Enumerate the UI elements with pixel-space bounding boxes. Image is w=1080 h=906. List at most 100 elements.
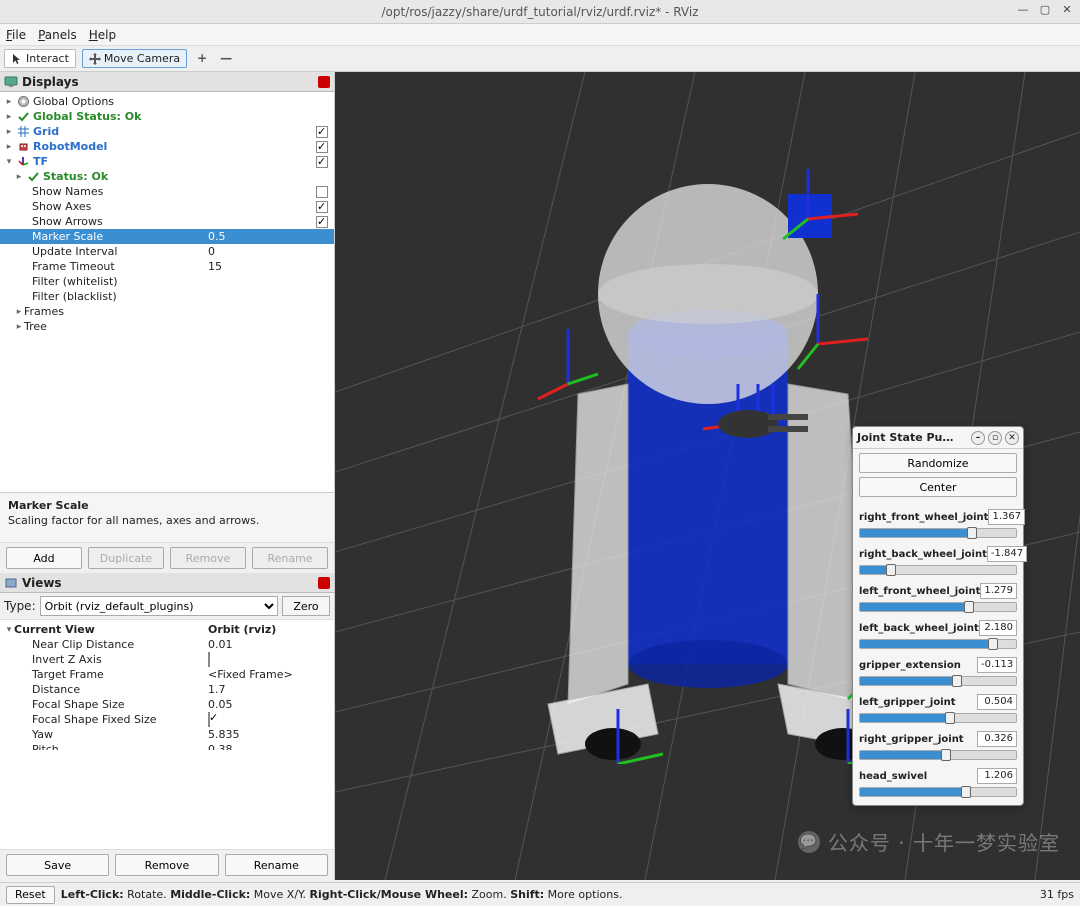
joint-value-input[interactable]: 1.367	[988, 509, 1025, 525]
grid-checkbox[interactable]	[316, 126, 328, 138]
status-bar: Reset Left-Click: Rotate. Middle-Click: …	[0, 882, 1080, 906]
jsp-minimize-button[interactable]: –	[971, 431, 985, 445]
joint-slider[interactable]	[859, 713, 1017, 723]
menu-bar: File Panels Help	[0, 24, 1080, 46]
view-yaw[interactable]: Yaw5.835	[0, 727, 334, 742]
focal-fixed-checkbox[interactable]	[208, 712, 210, 727]
save-view-button[interactable]: Save	[6, 854, 109, 876]
joint-label: left_gripper_joint	[859, 697, 956, 708]
view-focal-shape-fixed[interactable]: Focal Shape Fixed Size	[0, 712, 334, 727]
view-invert-z[interactable]: Invert Z Axis	[0, 652, 334, 667]
displays-button-row: Add Duplicate Remove Rename	[0, 542, 334, 573]
property-description: Marker Scale Scaling factor for all name…	[0, 492, 334, 542]
joint-left_gripper_joint: left_gripper_joint 0.504	[859, 694, 1017, 723]
joint-slider[interactable]	[859, 602, 1017, 612]
view-distance[interactable]: Distance1.7	[0, 682, 334, 697]
remove-view-button[interactable]: Remove	[115, 854, 218, 876]
add-button[interactable]: Add	[6, 547, 82, 569]
zero-button[interactable]: Zero	[282, 596, 330, 616]
displays-icon	[4, 75, 18, 89]
tree-item-tf[interactable]: ▾TF	[0, 154, 334, 169]
remove-display-button: Remove	[170, 547, 246, 569]
tree-item-robotmodel[interactable]: ▸RobotModel	[0, 139, 334, 154]
3d-viewport[interactable]: 💬 公众号 · 十年一梦实验室 Joint State Pu… – ▫ ✕ Ra…	[335, 72, 1080, 880]
view-type-select[interactable]: Orbit (rviz_default_plugins)	[40, 596, 278, 616]
tree-item-show-axes[interactable]: Show Axes	[0, 199, 334, 214]
joint-slider[interactable]	[859, 639, 1017, 649]
tree-item-update-interval[interactable]: Update Interval0	[0, 244, 334, 259]
joint-slider[interactable]	[859, 528, 1017, 538]
jsp-maximize-button[interactable]: ▫	[988, 431, 1002, 445]
gear-icon	[17, 95, 30, 108]
joint-slider[interactable]	[859, 565, 1017, 575]
views-close-icon[interactable]	[318, 577, 330, 589]
toolbar-remove-button[interactable]: —	[217, 50, 235, 68]
joint-state-publisher-window[interactable]: Joint State Pu… – ▫ ✕ Randomize Center r…	[852, 426, 1024, 806]
joint-value-input[interactable]: 1.206	[977, 768, 1017, 784]
views-panel-header[interactable]: Views	[0, 573, 334, 593]
joint-slider[interactable]	[859, 676, 1017, 686]
view-target-frame[interactable]: Target Frame<Fixed Frame>	[0, 667, 334, 682]
joint-left_back_wheel_joint: left_back_wheel_joint2.180	[859, 620, 1017, 649]
rename-view-button[interactable]: Rename	[225, 854, 328, 876]
close-button[interactable]: ✕	[1060, 3, 1074, 17]
tree-item-global-options[interactable]: ▸Global Options	[0, 94, 334, 109]
interact-button[interactable]: Interact	[4, 49, 76, 68]
displays-close-icon[interactable]	[318, 76, 330, 88]
joint-value-input[interactable]: 1.279	[980, 583, 1017, 599]
joint-slider[interactable]	[859, 787, 1017, 797]
tree-item-frame-timeout[interactable]: Frame Timeout15	[0, 259, 334, 274]
joint-label: gripper_extension	[859, 660, 961, 671]
tree-item-marker-scale[interactable]: Marker Scale0.5	[0, 229, 334, 244]
joint-value-input[interactable]: 2.180	[979, 620, 1017, 636]
tree-item-show-arrows[interactable]: Show Arrows	[0, 214, 334, 229]
joint-value-input[interactable]: 0.326	[977, 731, 1017, 747]
tree-item-frames[interactable]: ▸Frames	[0, 304, 334, 319]
joint-value-input[interactable]: -0.113	[977, 657, 1017, 673]
invert-z-checkbox[interactable]	[208, 652, 210, 667]
tree-item-global-status[interactable]: ▸Global Status: Ok	[0, 109, 334, 124]
show-axes-checkbox[interactable]	[316, 201, 328, 213]
reset-button[interactable]: Reset	[6, 886, 55, 904]
tree-item-filter-blacklist[interactable]: Filter (blacklist)	[0, 289, 334, 304]
jsp-close-button[interactable]: ✕	[1005, 431, 1019, 445]
jsp-titlebar[interactable]: Joint State Pu… – ▫ ✕	[853, 427, 1023, 449]
joint-slider[interactable]	[859, 750, 1017, 760]
joint-left_front_wheel_joint: left_front_wheel_joint1.279	[859, 583, 1017, 612]
menu-file[interactable]: File	[6, 28, 26, 42]
menu-help[interactable]: Help	[89, 28, 116, 42]
move-camera-button[interactable]: Move Camera	[82, 49, 187, 68]
robotmodel-checkbox[interactable]	[316, 141, 328, 153]
tree-item-grid[interactable]: ▸Grid	[0, 124, 334, 139]
tree-item-tree[interactable]: ▸Tree	[0, 319, 334, 334]
view-focal-shape-size[interactable]: Focal Shape Size0.05	[0, 697, 334, 712]
maximize-button[interactable]: ▢	[1038, 3, 1052, 17]
joint-value-input[interactable]: -1.847	[987, 546, 1027, 562]
displays-tree: ▸Global Options ▸Global Status: Ok ▸Grid…	[0, 92, 334, 492]
tf-checkbox[interactable]	[316, 156, 328, 168]
joint-right_back_wheel_joint: right_back_wheel_joint-1.847	[859, 546, 1017, 575]
rename-display-button: Rename	[252, 547, 328, 569]
type-label: Type:	[4, 599, 36, 613]
show-arrows-checkbox[interactable]	[316, 216, 328, 228]
show-names-checkbox[interactable]	[316, 186, 328, 198]
tf-icon	[17, 155, 30, 168]
displays-panel-header[interactable]: Displays	[0, 72, 334, 92]
center-button[interactable]: Center	[859, 477, 1017, 497]
joint-label: head_swivel	[859, 771, 927, 782]
toolbar-add-button[interactable]: +	[193, 50, 211, 68]
joint-right_front_wheel_joint: right_front_wheel_joint1.367	[859, 509, 1017, 538]
joint-value-input[interactable]: 0.504	[977, 694, 1017, 710]
minimize-button[interactable]: —	[1016, 3, 1030, 17]
view-near-clip[interactable]: Near Clip Distance0.01	[0, 637, 334, 652]
current-view-row[interactable]: ▾Current ViewOrbit (rviz)	[0, 622, 334, 637]
tree-item-filter-whitelist[interactable]: Filter (whitelist)	[0, 274, 334, 289]
views-button-row: Save Remove Rename	[0, 849, 334, 880]
joint-label: left_back_wheel_joint	[859, 623, 979, 634]
menu-panels[interactable]: Panels	[38, 28, 77, 42]
tree-item-tf-status[interactable]: ▸Status: Ok	[0, 169, 334, 184]
check-icon	[17, 110, 30, 123]
randomize-button[interactable]: Randomize	[859, 453, 1017, 473]
main-toolbar: Interact Move Camera + —	[0, 46, 1080, 72]
tree-item-show-names[interactable]: Show Names	[0, 184, 334, 199]
